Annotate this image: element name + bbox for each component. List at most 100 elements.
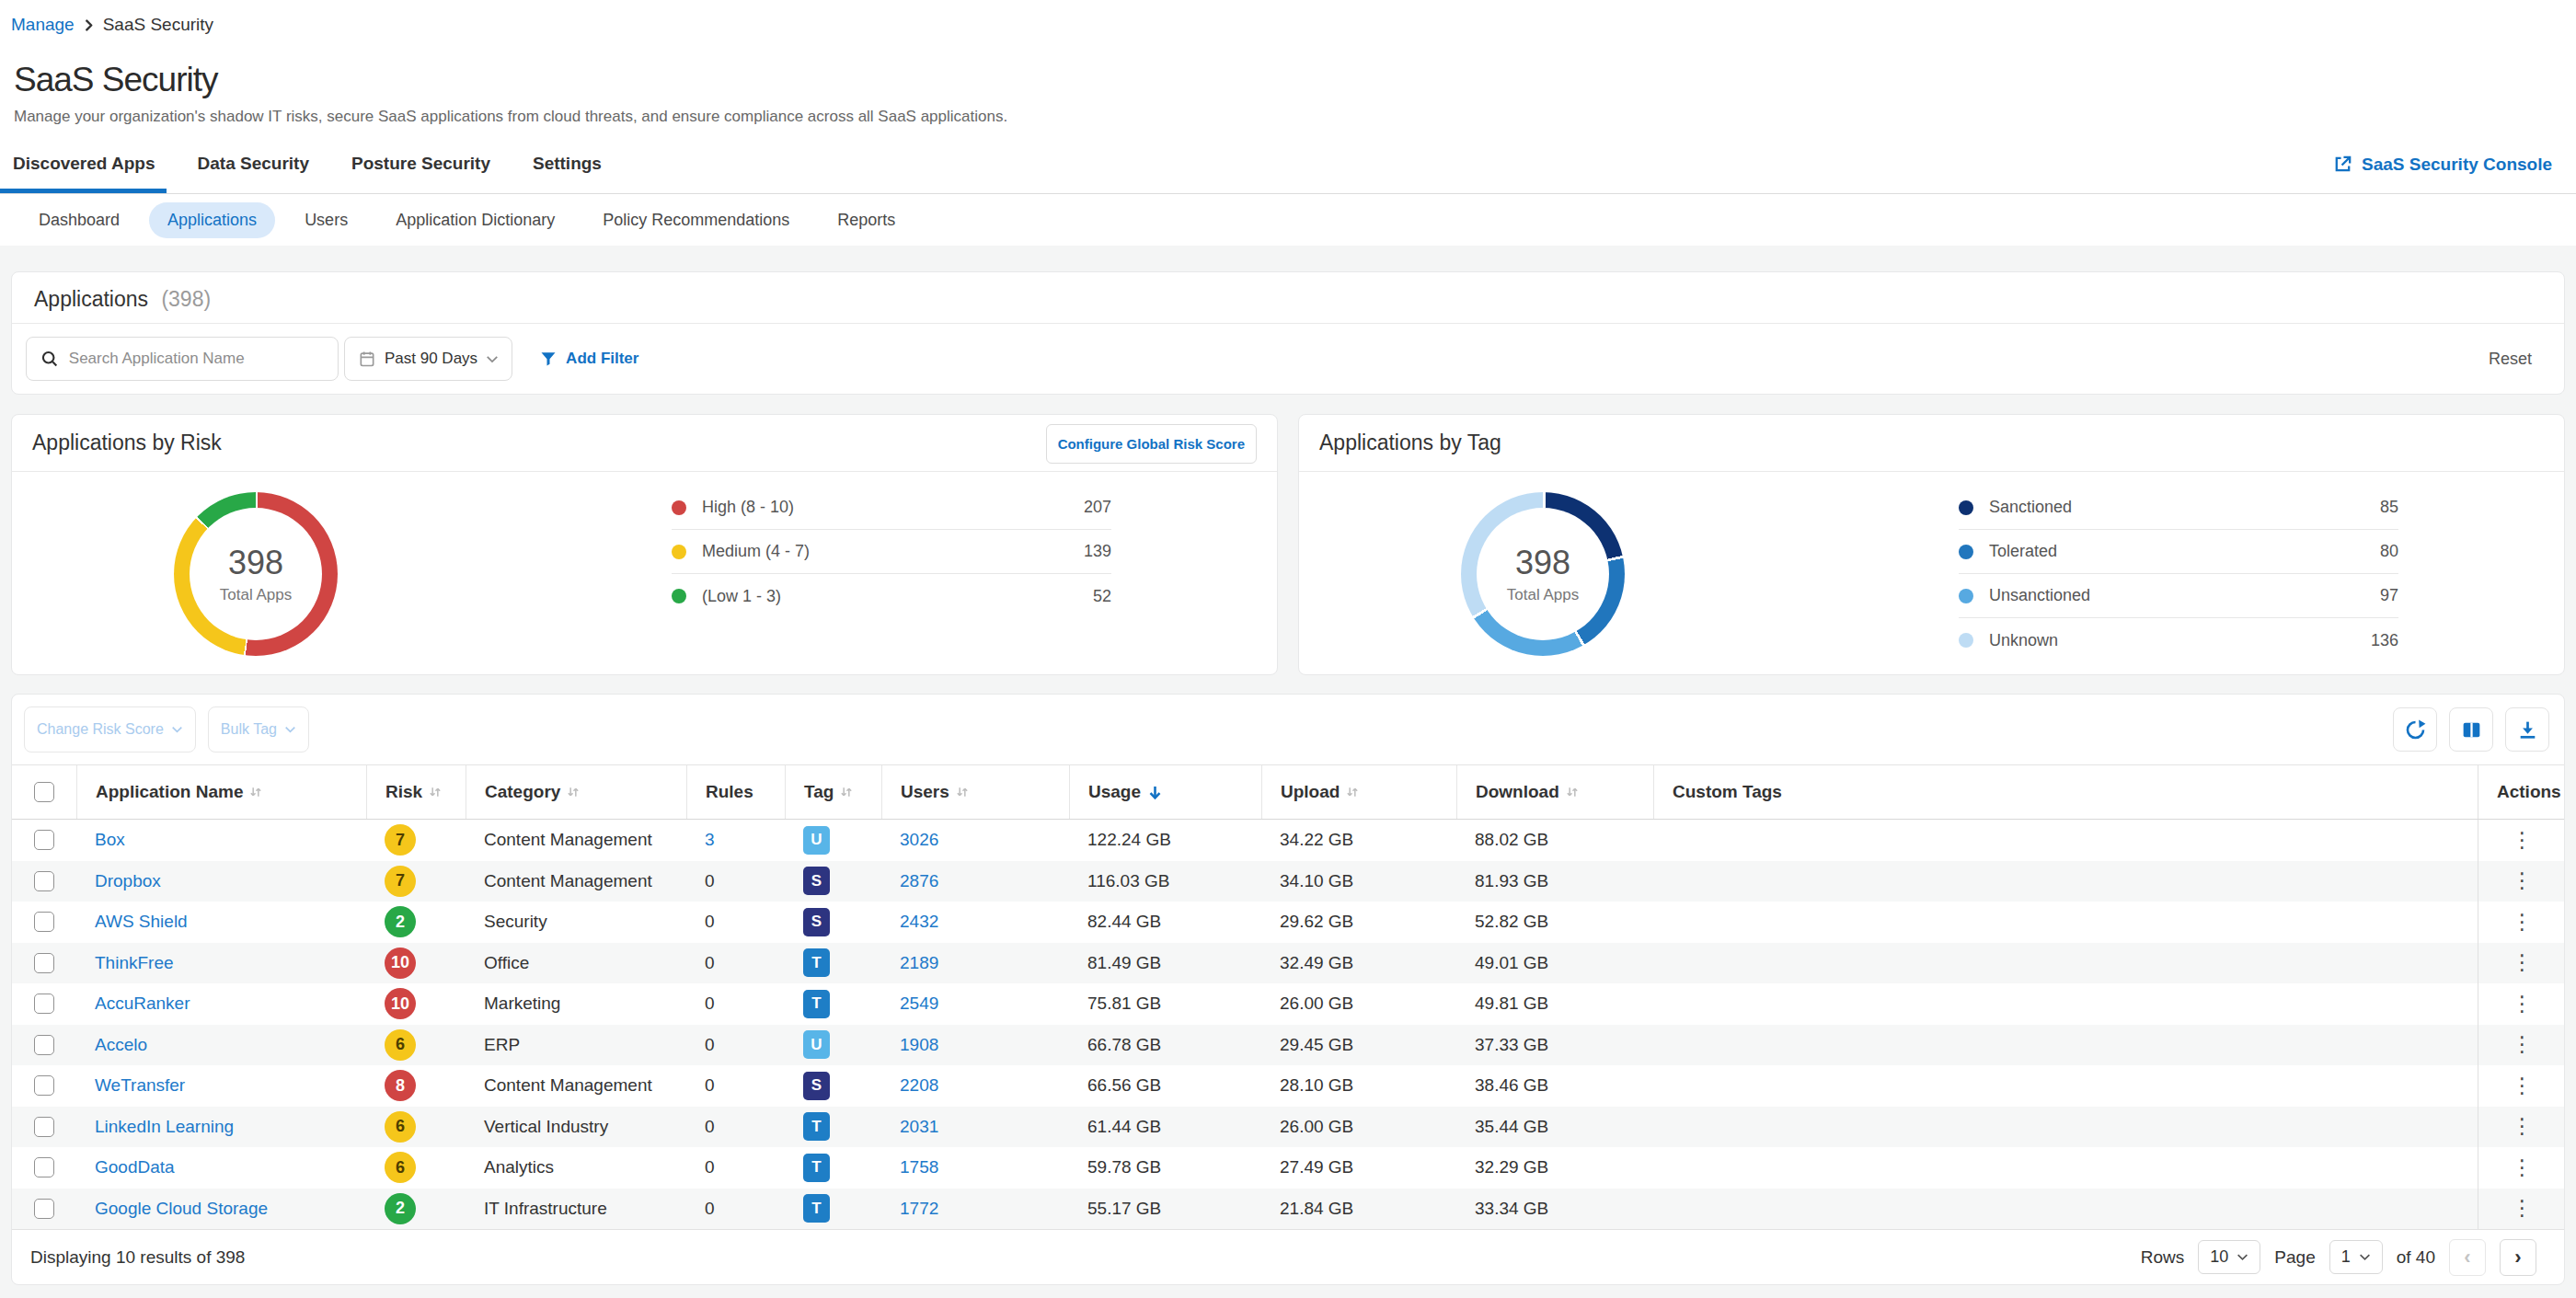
kebab-menu-icon[interactable]: ⋮ <box>2512 1198 2533 1219</box>
kebab-menu-icon[interactable]: ⋮ <box>2512 870 2533 891</box>
application-name-link[interactable]: AccuRanker <box>95 994 190 1014</box>
users-count-link[interactable]: 1908 <box>900 1035 938 1055</box>
row-checkbox[interactable] <box>34 830 54 850</box>
download-button[interactable] <box>2505 707 2549 752</box>
column-header-application-name[interactable]: Application Name <box>76 765 366 819</box>
search-input-wrap[interactable] <box>26 337 339 381</box>
users-count-link[interactable]: 2208 <box>900 1075 938 1096</box>
custom-tags-cell <box>1653 1189 2478 1230</box>
kebab-menu-icon[interactable]: ⋮ <box>2512 830 2533 851</box>
subtab-users[interactable]: Users <box>286 202 366 238</box>
row-checkbox[interactable] <box>34 1199 54 1219</box>
users-count-link[interactable]: 2031 <box>900 1117 938 1137</box>
subtab-dashboard[interactable]: Dashboard <box>20 202 138 238</box>
breadcrumb-manage-link[interactable]: Manage <box>11 15 75 35</box>
users-count-link[interactable]: 2189 <box>900 953 938 973</box>
legend-label: High (8 - 10) <box>702 498 794 517</box>
subtab-applications[interactable]: Applications <box>149 202 275 238</box>
application-name-link[interactable]: WeTransfer <box>95 1075 185 1096</box>
select-all-checkbox[interactable] <box>34 782 54 802</box>
row-checkbox[interactable] <box>34 953 54 973</box>
download-cell: 88.02 GB <box>1456 820 1653 861</box>
usage-cell: 59.78 GB <box>1069 1147 1261 1189</box>
kebab-menu-icon[interactable]: ⋮ <box>2512 1034 2533 1055</box>
application-name-link[interactable]: AWS Shield <box>95 912 188 932</box>
users-count-link[interactable]: 2549 <box>900 994 938 1014</box>
actions-cell: ⋮ <box>2478 861 2565 902</box>
tab-discovered-apps[interactable]: Discovered Apps <box>0 154 167 193</box>
risk-score-badge: 2 <box>385 906 416 937</box>
kebab-menu-icon[interactable]: ⋮ <box>2512 912 2533 933</box>
column-header-risk[interactable]: Risk <box>366 765 466 819</box>
rows-per-page-select[interactable]: 10 <box>2198 1240 2260 1274</box>
tab-posture-security[interactable]: Posture Security <box>339 154 501 193</box>
application-name-link[interactable]: Box <box>95 830 125 850</box>
application-name-link[interactable]: Google Cloud Storage <box>95 1199 268 1219</box>
rules-link[interactable]: 3 <box>705 830 715 850</box>
row-checkbox[interactable] <box>34 1035 54 1055</box>
users-count-link[interactable]: 2432 <box>900 912 938 932</box>
subtab-policy-recommendations[interactable]: Policy Recommendations <box>584 202 808 238</box>
usage-cell: 81.49 GB <box>1069 943 1261 984</box>
column-header-upload[interactable]: Upload <box>1261 765 1456 819</box>
users-count-link[interactable]: 1758 <box>900 1157 938 1177</box>
row-checkbox[interactable] <box>34 912 54 932</box>
kebab-menu-icon[interactable]: ⋮ <box>2512 952 2533 973</box>
row-checkbox[interactable] <box>34 994 54 1014</box>
column-header-usage[interactable]: Usage <box>1069 765 1261 819</box>
sort-icon <box>1565 785 1580 799</box>
row-checkbox[interactable] <box>34 1075 54 1096</box>
chevron-down-icon <box>284 726 296 733</box>
application-name-link[interactable]: LinkedIn Learning <box>95 1117 234 1137</box>
column-header-custom-tags[interactable]: Custom Tags <box>1653 765 2478 819</box>
column-header-tag[interactable]: Tag <box>785 765 881 819</box>
row-checkbox[interactable] <box>34 1157 54 1177</box>
configure-global-risk-score-button[interactable]: Configure Global Risk Score <box>1046 424 1257 464</box>
subtab-reports[interactable]: Reports <box>819 202 914 238</box>
users-count-link[interactable]: 3026 <box>900 830 938 850</box>
column-header-rules[interactable]: Rules <box>686 765 785 819</box>
next-page-button[interactable]: › <box>2500 1239 2536 1276</box>
users-count-link[interactable]: 2876 <box>900 871 938 891</box>
tag-chart-title: Applications by Tag <box>1319 431 1501 455</box>
application-name-cell: LinkedIn Learning <box>76 1107 366 1148</box>
kebab-menu-icon[interactable]: ⋮ <box>2512 1157 2533 1178</box>
bulk-tag-button[interactable]: Bulk Tag <box>208 706 309 752</box>
columns-button[interactable] <box>2449 707 2493 752</box>
application-name-cell: ThinkFree <box>76 943 366 984</box>
page-select[interactable]: 1 <box>2329 1240 2383 1274</box>
row-checkbox-cell <box>12 983 76 1025</box>
column-header-users[interactable]: Users <box>881 765 1069 819</box>
search-input[interactable] <box>69 350 324 368</box>
application-name-link[interactable]: Accelo <box>95 1035 147 1055</box>
upload-cell: 29.62 GB <box>1261 902 1456 943</box>
change-risk-score-button[interactable]: Change Risk Score <box>24 706 196 752</box>
column-header-download[interactable]: Download <box>1456 765 1653 819</box>
row-checkbox[interactable] <box>34 871 54 891</box>
users-cell: 2208 <box>881 1065 1069 1107</box>
users-count-link[interactable]: 1772 <box>900 1199 938 1219</box>
tag-cell: T <box>785 1189 881 1230</box>
date-range-dropdown[interactable]: Past 90 Days <box>344 337 512 381</box>
column-header-category[interactable]: Category <box>466 765 686 819</box>
kebab-menu-icon[interactable]: ⋮ <box>2512 994 2533 1015</box>
custom-tags-cell <box>1653 1147 2478 1189</box>
row-checkbox[interactable] <box>34 1117 54 1137</box>
reset-button[interactable]: Reset <box>2489 350 2532 369</box>
add-filter-button[interactable]: Add Filter <box>539 350 638 368</box>
kebab-menu-icon[interactable]: ⋮ <box>2512 1075 2533 1097</box>
subtab-application-dictionary[interactable]: Application Dictionary <box>377 202 573 238</box>
previous-page-button[interactable]: ‹ <box>2449 1239 2486 1276</box>
column-header-actions[interactable]: Actions <box>2478 765 2565 819</box>
tab-settings[interactable]: Settings <box>520 154 613 193</box>
saas-security-console-link[interactable]: SaaS Security Console <box>2332 154 2552 175</box>
tab-data-security[interactable]: Data Security <box>185 154 320 193</box>
page-title: SaaS Security <box>14 61 2576 99</box>
application-name-link[interactable]: GoodData <box>95 1157 175 1177</box>
application-name-link[interactable]: ThinkFree <box>95 953 174 973</box>
applications-count-header: Applications (398) <box>12 272 2564 323</box>
application-name-link[interactable]: Dropbox <box>95 871 161 891</box>
legend-dot <box>1959 633 1973 648</box>
kebab-menu-icon[interactable]: ⋮ <box>2512 1116 2533 1137</box>
refresh-button[interactable] <box>2393 707 2437 752</box>
